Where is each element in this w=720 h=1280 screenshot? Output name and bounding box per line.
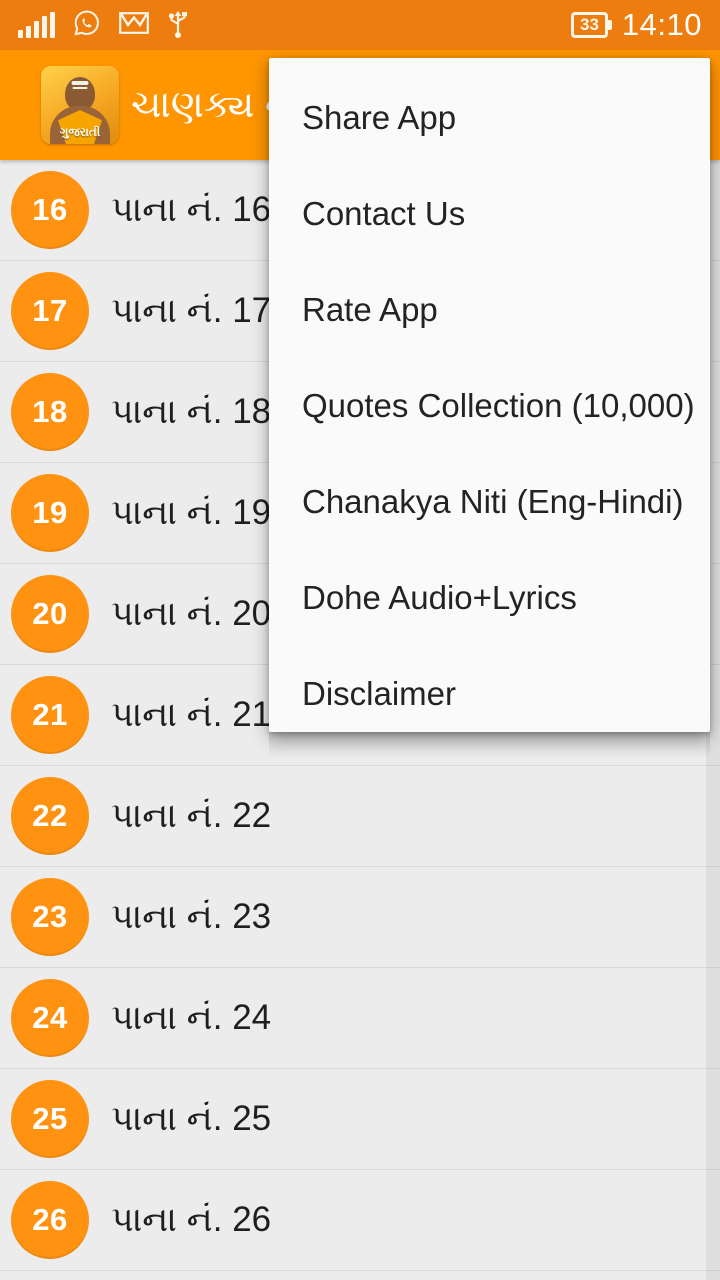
- overflow-menu-item[interactable]: Share App: [269, 70, 710, 166]
- page-list-item-label: પાના નં. 25: [111, 1099, 272, 1138]
- overflow-menu-item[interactable]: Chanakya Niti (Eng-Hindi): [269, 454, 710, 550]
- page-list-item-label: પાના નં. 16: [111, 190, 272, 229]
- overflow-menu-item[interactable]: Disclaimer: [269, 646, 710, 732]
- overflow-menu-item[interactable]: Rate App: [269, 262, 710, 358]
- status-bar-right-icons: 33 14:10: [571, 7, 702, 43]
- page-list-item-label: પાના નં. 21: [111, 695, 272, 734]
- status-bar-left-icons: [18, 8, 189, 43]
- chanakya-app-icon: ગુજરાતી: [41, 66, 119, 144]
- page-number-badge: 25: [11, 1080, 89, 1158]
- page-list-item-label: પાના નં. 24: [111, 998, 272, 1037]
- gmail-icon: [119, 11, 149, 40]
- page-number-badge: 21: [11, 676, 89, 754]
- page-list-item[interactable]: 22 પાના નં. 22: [0, 766, 720, 867]
- overflow-menu-shadow: [269, 732, 710, 758]
- status-bar-clock: 14:10: [621, 7, 702, 42]
- page-number-badge: 19: [11, 474, 89, 552]
- battery-icon: 33: [571, 12, 608, 38]
- page-list-item-label: પાના નં. 19: [111, 493, 272, 532]
- page-number-badge: 24: [11, 979, 89, 1057]
- page-number-badge: 20: [11, 575, 89, 653]
- page-list-item-label: પાના નં. 26: [111, 1200, 272, 1239]
- usb-icon: [167, 8, 189, 43]
- page-list-item[interactable]: 23 પાના નં. 23: [0, 867, 720, 968]
- signal-bars-icon: [18, 12, 55, 38]
- page-list-item[interactable]: 26 પાના નં. 26: [0, 1170, 720, 1271]
- app-icon-tilak: [71, 81, 89, 85]
- page-number-badge: 23: [11, 878, 89, 956]
- page-number-badge: 16: [11, 171, 89, 249]
- page-number-badge: 17: [11, 272, 89, 350]
- whatsapp-icon: [73, 9, 101, 42]
- page-list-item-label: પાના નં. 23: [111, 897, 272, 936]
- page-number-badge: 22: [11, 777, 89, 855]
- page-list-item-label: પાના નં. 20: [111, 594, 272, 633]
- overflow-menu-item[interactable]: Quotes Collection (10,000): [269, 358, 710, 454]
- overflow-menu-item[interactable]: Contact Us: [269, 166, 710, 262]
- status-bar: 33 14:10: [0, 0, 720, 50]
- page-number-badge: 18: [11, 373, 89, 451]
- app-icon-language-label: ગુજરાતી: [59, 125, 101, 139]
- page-number-badge: 26: [11, 1181, 89, 1259]
- overflow-menu-item[interactable]: Dohe Audio+Lyrics: [269, 550, 710, 646]
- overflow-menu[interactable]: Share App Contact Us Rate App Quotes Collec…: [269, 58, 710, 732]
- page-list-item[interactable]: 24 પાના નં. 24: [0, 968, 720, 1069]
- page-list-item-label: પાના નં. 18: [111, 392, 272, 431]
- app-screen: 33 14:10 ગુજરાતી ચાણક્ય ની 16 પાના નં. 16…: [0, 0, 720, 1280]
- page-list-item-label: પાના નં. 22: [111, 796, 272, 835]
- page-list-item-label: પાના નં. 17: [111, 291, 272, 330]
- page-list-item[interactable]: 25 પાના નં. 25: [0, 1069, 720, 1170]
